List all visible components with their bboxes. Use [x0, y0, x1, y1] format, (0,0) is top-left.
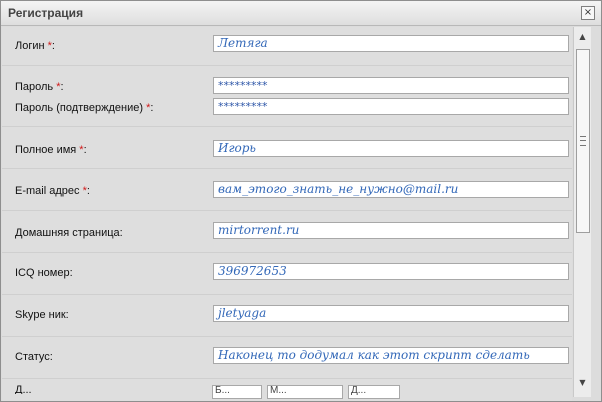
- form-row-password: Пароль *: ********* Пароль (подтверждени…: [2, 66, 572, 126]
- icq-input[interactable]: 396972653: [213, 263, 569, 280]
- arrow-up-icon[interactable]: ▲: [574, 29, 591, 44]
- label-login: Логин *:: [15, 40, 55, 52]
- form-row-email: E-mail адрес *: вам_этого_знать_не_нужно…: [2, 169, 572, 210]
- grip-icon: [580, 136, 586, 146]
- arrow-down-icon[interactable]: ▼: [574, 375, 591, 390]
- form-row-icq: ICQ номер: 396972653: [2, 253, 572, 294]
- skype-input[interactable]: jletyaga: [213, 305, 569, 322]
- vertical-scrollbar[interactable]: ▲ ▼: [573, 27, 591, 397]
- form-row-login: Логин *: Летяга: [2, 27, 572, 65]
- fullname-input[interactable]: Игорь: [213, 140, 569, 157]
- form-row-status: Статус: Наконец то додумал как этот скри…: [2, 337, 572, 378]
- label-partial-row: Д...: [15, 384, 32, 394]
- password-confirm-input[interactable]: *********: [213, 98, 569, 115]
- label-icq: ICQ номер:: [15, 267, 73, 279]
- form-row-skype: Skype ник: jletyaga: [2, 295, 572, 336]
- label-email: E-mail адрес *:: [15, 185, 90, 197]
- label-fullname: Полное имя *:: [15, 144, 87, 156]
- scroll-thumb-icon[interactable]: [576, 49, 590, 233]
- dialog-titlebar[interactable]: Регистрация ×: [1, 1, 601, 26]
- select-year[interactable]: Д...: [348, 385, 400, 399]
- select-month[interactable]: М...: [267, 385, 343, 399]
- label-password-confirm: Пароль (подтверждение) *:: [15, 102, 154, 114]
- select-day[interactable]: Б...: [212, 385, 262, 399]
- form-row-fullname: Полное имя *: Игорь: [2, 127, 572, 168]
- password-input[interactable]: *********: [213, 77, 569, 94]
- email-input[interactable]: вам_этого_знать_не_нужно@mail.ru: [213, 181, 569, 198]
- label-status: Статус:: [15, 351, 53, 363]
- label-homepage: Домашняя страница:: [15, 227, 123, 239]
- status-input[interactable]: Наконец то додумал как этот скрипт сдела…: [213, 347, 569, 364]
- label-skype: Skype ник:: [15, 309, 69, 321]
- partial-date-selects: Б... М... Д...: [212, 385, 402, 399]
- close-icon[interactable]: ×: [581, 6, 595, 20]
- label-password: Пароль *:: [15, 81, 64, 93]
- login-input[interactable]: Летяга: [213, 35, 569, 52]
- row-divider: [2, 378, 572, 379]
- form-row-homepage: Домашняя страница: mirtorrent.ru: [2, 211, 572, 252]
- registration-dialog: Регистрация × Логин *: Летяга Пароль *: …: [0, 0, 602, 402]
- dialog-title: Регистрация: [8, 6, 84, 20]
- form-content: Логин *: Летяга Пароль *: ********* Паро…: [2, 27, 572, 401]
- homepage-input[interactable]: mirtorrent.ru: [213, 222, 569, 239]
